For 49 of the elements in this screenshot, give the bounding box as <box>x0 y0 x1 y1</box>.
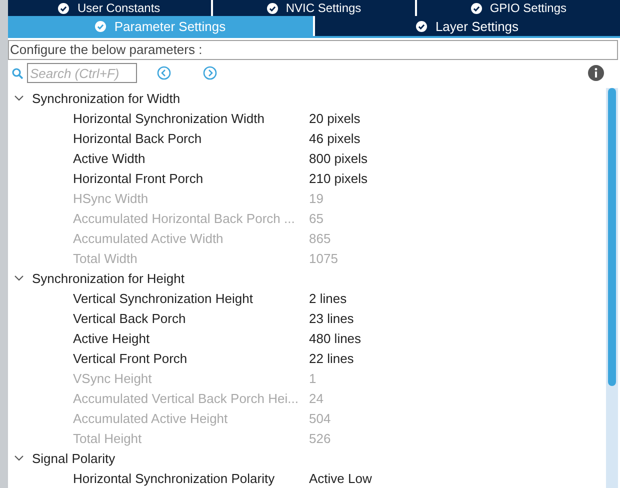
parameter-name: Total Width <box>73 250 138 266</box>
parameter-name: Active Height <box>73 330 151 346</box>
parameter-name: Horizontal Front Porch <box>73 170 204 186</box>
info-icon[interactable] <box>588 65 604 81</box>
scrollbar[interactable] <box>606 88 618 488</box>
parameter-name: Vertical Back Porch <box>73 310 187 326</box>
parameter-value[interactable]: Active Low <box>309 470 372 486</box>
check-circle-icon <box>416 20 428 32</box>
scrollbar-thumb[interactable] <box>608 88 616 386</box>
check-circle-icon <box>95 20 106 32</box>
chevron-icon[interactable] <box>14 273 24 283</box>
parameter-name: Accumulated Active Height <box>73 410 229 426</box>
tab[interactable]: User Constants <box>8 0 211 16</box>
tab[interactable]: Layer Settings <box>315 16 620 36</box>
parameter-name: Total Height <box>73 430 143 446</box>
parameter-value[interactable]: 2 lines <box>309 290 347 306</box>
parameter-value[interactable]: 800 pixels <box>309 150 368 166</box>
check-circle-icon <box>266 2 278 14</box>
parameter-name: Horizontal Synchronization Polarity <box>73 470 276 486</box>
parameter-name: Accumulated Active Width <box>73 230 224 246</box>
parameter-value[interactable]: 46 pixels <box>309 130 360 146</box>
description-text: Configure the below parameters : <box>8 40 618 60</box>
parameter-name: Vertical Synchronization Height <box>73 290 254 306</box>
group-title[interactable]: Signal Polarity <box>32 450 116 466</box>
parameter-name: VSync Height <box>73 370 153 386</box>
parameter-name: Accumulated Vertical Back Porch Hei... <box>73 390 300 406</box>
search-icon <box>12 68 23 78</box>
check-circle-icon <box>470 2 482 14</box>
group-title[interactable]: Synchronization for Width <box>32 90 180 106</box>
parameter-name: Active Width <box>73 150 146 166</box>
parameter-name: Vertical Front Porch <box>73 350 188 366</box>
group-title[interactable]: Synchronization for Height <box>32 270 184 286</box>
next-icon[interactable] <box>203 66 217 80</box>
tab[interactable]: NVIC Settings <box>212 0 416 16</box>
chevron-icon[interactable] <box>14 93 24 103</box>
parameter-name: Horizontal Back Porch <box>73 130 203 146</box>
search-field[interactable]: Search (Ctrl+F) <box>27 63 137 83</box>
parameter-name: Horizontal Synchronization Width <box>73 110 266 126</box>
parameter-value[interactable]: 480 lines <box>309 330 362 346</box>
tab[interactable]: GPIO Settings <box>417 0 620 16</box>
previous-icon[interactable] <box>157 66 171 80</box>
chevron-icon[interactable] <box>14 453 24 463</box>
check-circle-icon <box>58 2 70 14</box>
parameter-name: Accumulated Horizontal Back Porch ... <box>73 210 296 226</box>
parameter-value[interactable]: 210 pixels <box>309 170 368 186</box>
parameter-name: HSync Width <box>73 190 150 206</box>
parameter-value[interactable]: 23 lines <box>309 310 354 326</box>
parameter-value[interactable]: 22 lines <box>309 350 354 366</box>
parameter-value[interactable]: 20 pixels <box>309 110 360 126</box>
